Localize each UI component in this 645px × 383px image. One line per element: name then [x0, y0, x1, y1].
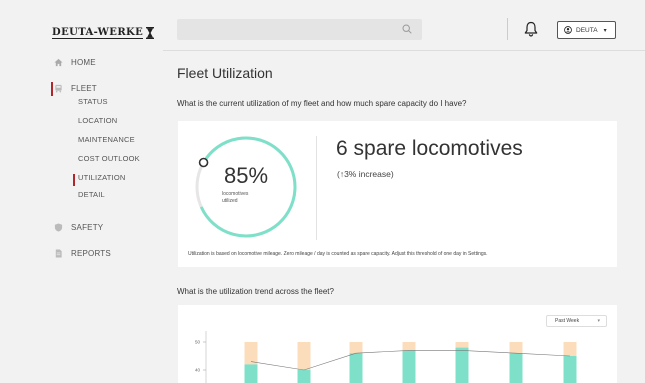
bar-spare [349, 342, 363, 354]
document-icon [55, 249, 62, 258]
app: DEUTA-WERKE HOME FLEET STATUS LOCATION M… [0, 0, 645, 383]
bar-utilized [244, 364, 258, 383]
trend-question: What is the utilization trend across the… [177, 287, 334, 296]
utilization-percent: 85% [223, 163, 269, 188]
spare-change-text: (↑3% increase) [337, 169, 394, 179]
bar-utilized [509, 353, 523, 383]
bar-spare [563, 342, 577, 356]
nav-fleet-utilization[interactable]: UTILIZATION [78, 173, 125, 182]
shield-icon [54, 223, 63, 232]
home-icon [54, 58, 63, 67]
period-select[interactable]: Past Week ▾ [546, 315, 607, 327]
utilization-caption: locomotives utilized [222, 191, 249, 204]
bar-spare [402, 342, 416, 351]
search-icon[interactable] [402, 24, 412, 34]
nav-fleet-maintenance[interactable]: MAINTENANCE [78, 135, 135, 144]
train-icon [55, 84, 62, 93]
bar-spare [297, 342, 311, 370]
nav-fleet-status[interactable]: STATUS [78, 97, 108, 106]
nav-reports[interactable]: REPORTS [54, 249, 111, 258]
utilization-note: Utilization is based on locomotive milea… [188, 251, 488, 257]
user-menu-button[interactable]: DEUTA ▾ [557, 21, 616, 39]
sidebar: DEUTA-WERKE HOME FLEET STATUS LOCATION M… [0, 0, 163, 383]
hourglass-icon [146, 27, 155, 39]
brand-logo[interactable]: DEUTA-WERKE [52, 27, 155, 39]
nav-safety[interactable]: SAFETY [54, 223, 103, 232]
chevron-down-icon: ▾ [597, 318, 600, 324]
utilization-active-indicator [73, 174, 75, 186]
y-tick-label: 40 [195, 368, 201, 373]
nav-fleet-label: FLEET [71, 84, 97, 93]
search-input[interactable] [177, 19, 422, 40]
topbar-divider [507, 18, 508, 40]
bar-spare [455, 342, 469, 348]
bar-spare [509, 342, 523, 354]
brand-name: DEUTA-WERKE [52, 27, 144, 39]
user-icon [564, 26, 572, 34]
notification-bell-icon[interactable] [524, 21, 538, 37]
fleet-active-indicator [51, 82, 53, 96]
bar-utilized [402, 350, 416, 383]
bar-utilized [563, 356, 577, 383]
bar-utilized [297, 370, 311, 383]
nav-fleet[interactable]: FLEET [54, 84, 97, 93]
nav-home[interactable]: HOME [54, 58, 96, 67]
bar-utilized [349, 353, 363, 383]
period-select-value: Past Week [555, 318, 580, 324]
spare-locomotives-headline: 6 spare locomotives [336, 137, 523, 160]
nav-safety-label: SAFETY [71, 223, 104, 232]
user-menu-label: DEUTA [576, 26, 598, 34]
nav-reports-label: REPORTS [71, 249, 111, 258]
utilization-question: What is the current utilization of my fl… [177, 99, 467, 108]
bar-utilized [455, 347, 469, 383]
card-divider [316, 136, 317, 240]
chevron-down-icon: ▾ [603, 27, 607, 34]
topbar-bottom-border [163, 50, 645, 51]
y-tick-label: 50 [195, 340, 201, 345]
nav-fleet-location[interactable]: LOCATION [78, 116, 117, 125]
nav-fleet-cost-outlook[interactable]: COST OUTLOOK [78, 154, 140, 163]
gauge-knob [198, 157, 209, 168]
bar-spare [244, 342, 258, 365]
page-title: Fleet Utilization [177, 65, 273, 81]
nav-fleet-detail[interactable]: DETAIL [78, 190, 105, 199]
nav-home-label: HOME [71, 58, 96, 67]
